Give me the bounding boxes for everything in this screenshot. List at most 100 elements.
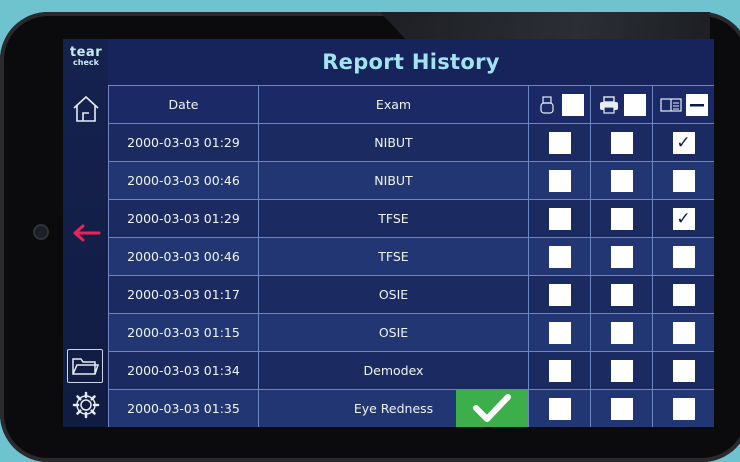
print-checkbox[interactable] bbox=[610, 359, 633, 382]
arrow-left-icon bbox=[73, 224, 101, 242]
date-cell: 2000-03-03 01:17 bbox=[108, 275, 259, 314]
page-header: Report History bbox=[108, 39, 714, 85]
date-cell: 2000-03-03 01:34 bbox=[108, 351, 259, 390]
view-checkbox[interactable] bbox=[672, 359, 695, 382]
open-folder-button[interactable] bbox=[67, 349, 103, 383]
usb-cell bbox=[528, 275, 591, 314]
tablet-glare bbox=[380, 12, 710, 40]
column-header-exam: Exam bbox=[258, 85, 529, 124]
exam-cell: NIBUT bbox=[258, 123, 529, 162]
exam-cell: TFSE bbox=[258, 199, 529, 238]
date-cell: 2000-03-03 01:29 bbox=[108, 199, 259, 238]
print-checkbox[interactable] bbox=[610, 169, 633, 192]
print-checkbox[interactable] bbox=[610, 397, 633, 420]
date-cell: 2000-03-03 01:15 bbox=[108, 313, 259, 352]
view-cell: ✓ bbox=[652, 199, 714, 238]
print-cell bbox=[590, 275, 653, 314]
print-cell bbox=[590, 313, 653, 352]
settings-button[interactable] bbox=[69, 389, 103, 421]
confirm-button[interactable] bbox=[456, 389, 528, 427]
table-header-row: Date Exam bbox=[108, 85, 714, 124]
view-icon bbox=[659, 97, 682, 112]
column-header-view bbox=[652, 85, 714, 124]
page-title: Report History bbox=[322, 50, 500, 74]
view-cell bbox=[652, 161, 714, 200]
usb-cell bbox=[528, 161, 591, 200]
view-cell bbox=[652, 351, 714, 390]
table-row[interactable]: 2000-03-03 01:15 OSIE bbox=[108, 313, 714, 352]
view-cell bbox=[652, 237, 714, 276]
report-table: Date Exam 2000-03-03 01:29 NIBUT ✓ 2000-… bbox=[108, 85, 714, 427]
usb-checkbox[interactable] bbox=[548, 359, 571, 382]
usb-cell bbox=[528, 313, 591, 352]
print-checkbox[interactable] bbox=[610, 131, 633, 154]
usb-icon bbox=[539, 95, 554, 114]
exam-cell: TFSE bbox=[258, 237, 529, 276]
column-header-print bbox=[590, 85, 653, 124]
view-checkbox[interactable]: ✓ bbox=[672, 131, 695, 154]
print-cell bbox=[590, 161, 653, 200]
logo-line-1: tear bbox=[69, 45, 103, 60]
usb-checkbox[interactable] bbox=[548, 131, 571, 154]
view-checkbox[interactable] bbox=[672, 169, 695, 192]
view-checkbox[interactable] bbox=[672, 321, 695, 344]
date-cell: 2000-03-03 00:46 bbox=[108, 237, 259, 276]
view-checkbox[interactable] bbox=[672, 245, 695, 268]
view-checkbox[interactable]: ✓ bbox=[672, 207, 695, 230]
usb-cell bbox=[528, 199, 591, 238]
minus-icon bbox=[689, 103, 704, 106]
view-checkbox[interactable] bbox=[672, 397, 695, 420]
exam-cell: OSIE bbox=[258, 275, 529, 314]
checkmark-icon bbox=[473, 394, 511, 422]
print-checkbox[interactable] bbox=[610, 321, 633, 344]
usb-checkbox[interactable] bbox=[548, 283, 571, 306]
column-header-date: Date bbox=[108, 85, 259, 124]
date-cell: 2000-03-03 01:35 bbox=[108, 389, 259, 427]
printer-icon bbox=[599, 95, 618, 114]
exam-cell: OSIE bbox=[258, 313, 529, 352]
usb-checkbox[interactable] bbox=[548, 207, 571, 230]
camera-lens bbox=[35, 226, 47, 238]
select-all-usb-checkbox[interactable] bbox=[561, 93, 584, 116]
exam-cell: NIBUT bbox=[258, 161, 529, 200]
app-screen: tear check Report History Date Exam 2000… bbox=[63, 39, 714, 427]
print-checkbox[interactable] bbox=[610, 283, 633, 306]
usb-cell bbox=[528, 123, 591, 162]
usb-checkbox[interactable] bbox=[548, 397, 571, 420]
app-logo: tear check bbox=[67, 45, 105, 68]
select-all-print-checkbox[interactable] bbox=[623, 93, 646, 116]
print-cell bbox=[590, 199, 653, 238]
date-cell: 2000-03-03 01:29 bbox=[108, 123, 259, 162]
exam-cell: Demodex bbox=[258, 351, 529, 390]
print-cell bbox=[590, 237, 653, 276]
usb-checkbox[interactable] bbox=[548, 169, 571, 192]
sidebar: tear check bbox=[63, 39, 108, 427]
table-row[interactable]: 2000-03-03 01:35 Eye Redness bbox=[108, 389, 714, 427]
view-checkbox[interactable] bbox=[672, 283, 695, 306]
usb-checkbox[interactable] bbox=[548, 245, 571, 268]
back-button[interactable] bbox=[69, 219, 105, 247]
table-row[interactable]: 2000-03-03 01:17 OSIE bbox=[108, 275, 714, 314]
table-row[interactable]: 2000-03-03 01:34 Demodex bbox=[108, 351, 714, 390]
select-all-view-checkbox[interactable] bbox=[685, 93, 708, 116]
print-cell bbox=[590, 351, 653, 390]
table-row[interactable]: 2000-03-03 01:29 NIBUT ✓ bbox=[108, 123, 714, 162]
table-row[interactable]: 2000-03-03 01:29 TFSE ✓ bbox=[108, 199, 714, 238]
print-cell bbox=[590, 123, 653, 162]
view-cell: ✓ bbox=[652, 123, 714, 162]
column-header-usb bbox=[528, 85, 591, 124]
gear-icon bbox=[72, 391, 100, 419]
view-cell bbox=[652, 275, 714, 314]
home-button[interactable] bbox=[69, 93, 103, 125]
usb-checkbox[interactable] bbox=[548, 321, 571, 344]
view-cell bbox=[652, 313, 714, 352]
date-cell: 2000-03-03 00:46 bbox=[108, 161, 259, 200]
table-row[interactable]: 2000-03-03 00:46 NIBUT bbox=[108, 161, 714, 200]
print-checkbox[interactable] bbox=[610, 245, 633, 268]
usb-cell bbox=[528, 351, 591, 390]
print-cell bbox=[590, 389, 653, 427]
table-row[interactable]: 2000-03-03 00:46 TFSE bbox=[108, 237, 714, 276]
view-cell bbox=[652, 389, 714, 427]
usb-cell bbox=[528, 389, 591, 427]
print-checkbox[interactable] bbox=[610, 207, 633, 230]
